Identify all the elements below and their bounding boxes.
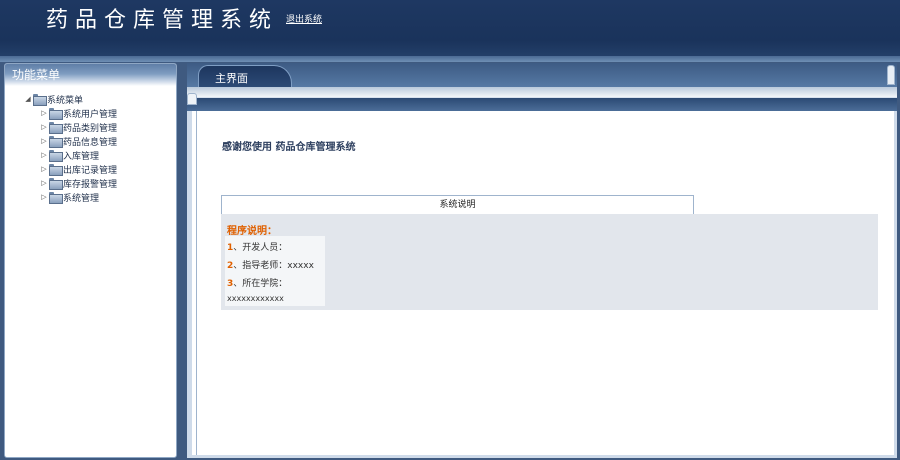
header-divider — [0, 56, 900, 62]
folder-icon — [49, 108, 63, 120]
folder-icon — [49, 136, 63, 148]
app-title: 药品仓库管理系统 — [46, 8, 279, 33]
tab-toolbar — [187, 87, 897, 97]
folder-icon — [49, 122, 63, 134]
system-info-body: 程序说明： 1、开发人员： 2、指导老师：xxxxx 3、所在学院： xxxxx… — [221, 214, 878, 310]
function-menu-panel: 功能菜单 ◢ 系统菜单 ▷ 系统用户管理 ▷ 药品类别管理 ▷ 药品信息管理 ▷… — [4, 63, 177, 458]
function-menu-header: 功能菜单 — [5, 64, 176, 86]
tree-item-drug-info[interactable]: ▷ 药品信息管理 — [39, 134, 117, 148]
app-header: 药品仓库管理系统 退出系统 — [0, 0, 900, 58]
folder-icon — [49, 150, 63, 162]
content-area: 感谢您使用 药品仓库管理系统 系统说明 程序说明： 1、开发人员： 2、指导老师… — [196, 111, 894, 455]
tab-label: 主界面 — [215, 72, 248, 85]
tree-item-drug-categories[interactable]: ▷ 药品类别管理 — [39, 120, 117, 134]
tab-scroll-handle[interactable] — [887, 65, 895, 85]
expand-arrow-icon[interactable]: ▷ — [39, 109, 49, 117]
system-info-header: 系统说明 — [221, 195, 694, 215]
tree-item-label: 库存报警管理 — [63, 179, 118, 190]
logout-link[interactable]: 退出系统 — [286, 12, 322, 25]
tree-item-stock-alarm[interactable]: ▷ 库存报警管理 — [39, 176, 117, 190]
tree-item-system-users[interactable]: ▷ 系统用户管理 — [39, 106, 117, 120]
info-item-advisor: 2、指导老师：xxxxx — [227, 258, 314, 271]
info-item-text: 、所在学院： — [233, 279, 288, 289]
menu-tree: ◢ 系统菜单 ▷ 系统用户管理 ▷ 药品类别管理 ▷ 药品信息管理 ▷ 入库管理… — [23, 92, 117, 204]
content-title-bar — [187, 97, 897, 111]
tree-item-label: 系统用户管理 — [63, 109, 118, 120]
content-title-tab — [187, 93, 197, 105]
expand-arrow-icon[interactable]: ▷ — [39, 193, 49, 201]
info-item-college-value: xxxxxxxxxxxx — [227, 294, 284, 303]
tree-item-system-management[interactable]: ▷ 系统管理 — [39, 190, 117, 204]
tree-item-stock-in[interactable]: ▷ 入库管理 — [39, 148, 117, 162]
welcome-message: 感谢您使用 药品仓库管理系统 — [222, 142, 356, 153]
expand-arrow-icon[interactable]: ▷ — [39, 179, 49, 187]
function-menu-title: 功能菜单 — [12, 68, 61, 82]
info-item-text: 、开发人员： — [233, 243, 288, 253]
tree-root-system-menu[interactable]: ◢ 系统菜单 — [23, 92, 117, 106]
info-item-developer: 1、开发人员： — [227, 240, 287, 253]
expand-arrow-icon[interactable]: ▷ — [39, 137, 49, 145]
expand-arrow-icon[interactable]: ▷ — [39, 165, 49, 173]
main-panel: 主界面 感谢您使用 药品仓库管理系统 系统说明 程序说明： 1、开发人员： 2、… — [187, 63, 897, 458]
folder-icon — [49, 178, 63, 190]
tree-item-label: 药品类别管理 — [63, 123, 118, 134]
folder-icon — [33, 94, 47, 106]
tree-item-label: 药品信息管理 — [63, 137, 118, 148]
collapse-arrow-icon[interactable]: ◢ — [23, 95, 33, 103]
tree-item-label: 出库记录管理 — [63, 165, 118, 176]
info-item-college: 3、所在学院： — [227, 276, 287, 289]
tree-item-label: 系统菜单 — [47, 95, 84, 106]
expand-arrow-icon[interactable]: ▷ — [39, 151, 49, 159]
tab-bar: 主界面 — [187, 63, 897, 87]
tree-item-label: 系统管理 — [63, 193, 100, 204]
program-description-title: 程序说明： — [227, 226, 277, 237]
expand-arrow-icon[interactable]: ▷ — [39, 123, 49, 131]
tree-item-label: 入库管理 — [63, 151, 100, 162]
tab-main-interface[interactable]: 主界面 — [198, 65, 292, 87]
folder-icon — [49, 192, 63, 204]
info-item-text: 、指导老师：xxxxx — [233, 261, 314, 271]
content-frame: 感谢您使用 药品仓库管理系统 系统说明 程序说明： 1、开发人员： 2、指导老师… — [187, 111, 897, 458]
tree-item-stock-out-records[interactable]: ▷ 出库记录管理 — [39, 162, 117, 176]
folder-icon — [49, 164, 63, 176]
program-description-list: 1、开发人员： 2、指导老师：xxxxx 3、所在学院： xxxxxxxxxxx… — [225, 236, 325, 306]
